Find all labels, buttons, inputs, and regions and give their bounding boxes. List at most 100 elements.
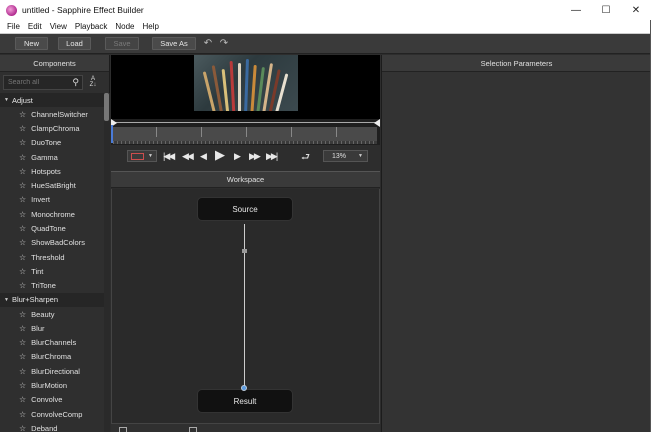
group-adjust[interactable]: ▼ Adjust	[0, 93, 104, 107]
sort-az-icon[interactable]: A Z↓	[86, 75, 100, 90]
list-item[interactable]: ☆ Blur	[0, 321, 104, 335]
transport-bar: ▼ |◀◀ ◀◀ ◀ ▶ ▶ ▶▶ ▶▶| ⮐ 13% ▼	[111, 145, 380, 167]
play-reverse-icon[interactable]: ◀	[200, 149, 207, 163]
step-forward-icon[interactable]: ▶	[234, 149, 241, 163]
component-tree: ▼ Adjust ☆ ChannelSwitcher ☆ ClampChroma ☆ D…	[0, 93, 104, 432]
list-item[interactable]: ☆ TriTone	[0, 279, 104, 293]
save-as-button[interactable]: Save As	[152, 37, 196, 50]
search-icon[interactable]: ⚲	[72, 77, 79, 88]
timeline-ruler[interactable]	[113, 127, 377, 141]
window-title: untitled - Sapphire Effect Builder	[22, 5, 144, 15]
star-icon[interactable]: ☆	[19, 238, 26, 247]
star-icon[interactable]: ☆	[19, 352, 26, 361]
list-item[interactable]: ☆ Tint	[0, 264, 104, 278]
redo-icon[interactable]: ↷	[218, 38, 230, 50]
loop-icon[interactable]: ⮐	[301, 150, 317, 163]
star-icon[interactable]: ☆	[19, 310, 26, 319]
source-output-port[interactable]	[242, 249, 247, 253]
star-icon[interactable]: ☆	[19, 167, 26, 176]
list-item[interactable]: ☆ Invert	[0, 193, 104, 207]
list-item[interactable]: ☆ Deband	[0, 421, 104, 432]
star-icon[interactable]: ☆	[19, 138, 26, 147]
star-icon[interactable]: ☆	[19, 210, 26, 219]
star-icon[interactable]: ☆	[19, 267, 26, 276]
scroll-thumb[interactable]	[104, 93, 109, 121]
star-icon[interactable]: ☆	[19, 395, 26, 404]
menu-playback[interactable]: Playback	[71, 22, 111, 31]
background-color-picker[interactable]: ▼	[127, 150, 157, 162]
result-input-port[interactable]	[241, 385, 247, 391]
components-scrollbar[interactable]	[104, 93, 110, 432]
maximize-button[interactable]: ☐	[591, 0, 621, 20]
preview-viewer[interactable]	[111, 55, 380, 119]
step-back-icon[interactable]: ◀◀	[182, 149, 194, 163]
source-node[interactable]: Source	[197, 197, 293, 221]
search-input[interactable]	[8, 78, 68, 86]
list-item[interactable]: ☆ DuoTone	[0, 136, 104, 150]
background-swatch	[131, 152, 144, 160]
load-button[interactable]: Load	[58, 37, 91, 50]
menu-bar: File Edit View Playback Node Help	[0, 20, 651, 34]
menu-help[interactable]: Help	[138, 22, 162, 31]
timeline-frames	[113, 141, 377, 144]
list-item[interactable]: ☆ Gamma	[0, 150, 104, 164]
star-icon[interactable]: ☆	[19, 324, 26, 333]
list-item[interactable]: ☆ HueSatBright	[0, 178, 104, 192]
close-button[interactable]: ✕	[621, 0, 651, 20]
star-icon[interactable]: ☆	[19, 195, 26, 204]
menu-view[interactable]: View	[46, 22, 71, 31]
list-item[interactable]: ☆ BlurChannels	[0, 335, 104, 349]
list-item[interactable]: ☆ BlurMotion	[0, 378, 104, 392]
new-button[interactable]: New	[15, 37, 48, 50]
list-item[interactable]: ☆ ShowBadColors	[0, 236, 104, 250]
list-item[interactable]: ☆ Threshold	[0, 250, 104, 264]
go-to-end-icon[interactable]: ▶▶|	[266, 149, 278, 163]
result-node[interactable]: Result	[197, 389, 293, 413]
group-blur-sharpen[interactable]: ▼ Blur+Sharpen	[0, 292, 104, 307]
out-point-marker[interactable]	[374, 119, 380, 127]
chevron-down-icon: ▼	[358, 153, 363, 159]
components-panel: Components ⚲ AZ↓ ▼Adjust ☆ChannelSwitche…	[0, 55, 110, 432]
star-icon[interactable]: ☆	[19, 253, 26, 262]
undo-icon[interactable]: ↶	[202, 38, 214, 50]
list-item[interactable]: ☆ QuadTone	[0, 221, 104, 235]
list-item[interactable]: ☆ Beauty	[0, 307, 104, 321]
save-button[interactable]: Save	[105, 37, 139, 50]
result-node-label: Result	[233, 396, 257, 406]
title-bar: untitled - Sapphire Effect Builder — ☐ ✕	[0, 0, 651, 20]
go-to-start-icon[interactable]: |◀◀	[163, 149, 175, 163]
list-item[interactable]: ☆ ClampChroma	[0, 121, 104, 135]
checkbox[interactable]	[189, 427, 197, 432]
star-icon[interactable]: ☆	[19, 181, 26, 190]
star-icon[interactable]: ☆	[19, 124, 26, 133]
window-controls: — ☐ ✕	[561, 0, 651, 20]
star-icon[interactable]: ☆	[19, 410, 26, 419]
minimize-button[interactable]: —	[561, 0, 591, 20]
list-item[interactable]: ☆ BlurDirectional	[0, 364, 104, 378]
play-icon[interactable]: ▶	[215, 147, 225, 162]
list-item[interactable]: ☆ Hotspots	[0, 164, 104, 178]
star-icon[interactable]: ☆	[19, 338, 26, 347]
list-item[interactable]: ☆ Convolve	[0, 393, 104, 407]
list-item[interactable]: ☆ Monochrome	[0, 207, 104, 221]
star-icon[interactable]: ☆	[19, 153, 26, 162]
menu-edit[interactable]: Edit	[24, 22, 46, 31]
workspace-header: Workspace	[111, 171, 380, 188]
star-icon[interactable]: ☆	[19, 110, 26, 119]
menu-file[interactable]: File	[3, 22, 24, 31]
zoom-select[interactable]: 13% ▼	[323, 150, 368, 162]
star-icon[interactable]: ☆	[19, 381, 26, 390]
list-item[interactable]: ☆ ConvolveComp	[0, 407, 104, 421]
star-icon[interactable]: ☆	[19, 224, 26, 233]
timeline-range-line	[113, 122, 377, 123]
list-item[interactable]: ☆ BlurChroma	[0, 350, 104, 364]
star-icon[interactable]: ☆	[19, 281, 26, 290]
menu-node[interactable]: Node	[111, 22, 138, 31]
list-item[interactable]: ☆ ChannelSwitcher	[0, 107, 104, 121]
fast-forward-icon[interactable]: ▶▶	[249, 149, 261, 163]
timeline[interactable]	[111, 119, 380, 145]
star-icon[interactable]: ☆	[19, 367, 26, 376]
checkbox[interactable]	[119, 427, 127, 432]
chevron-down-icon: ▼	[148, 153, 153, 159]
star-icon[interactable]: ☆	[19, 424, 26, 432]
